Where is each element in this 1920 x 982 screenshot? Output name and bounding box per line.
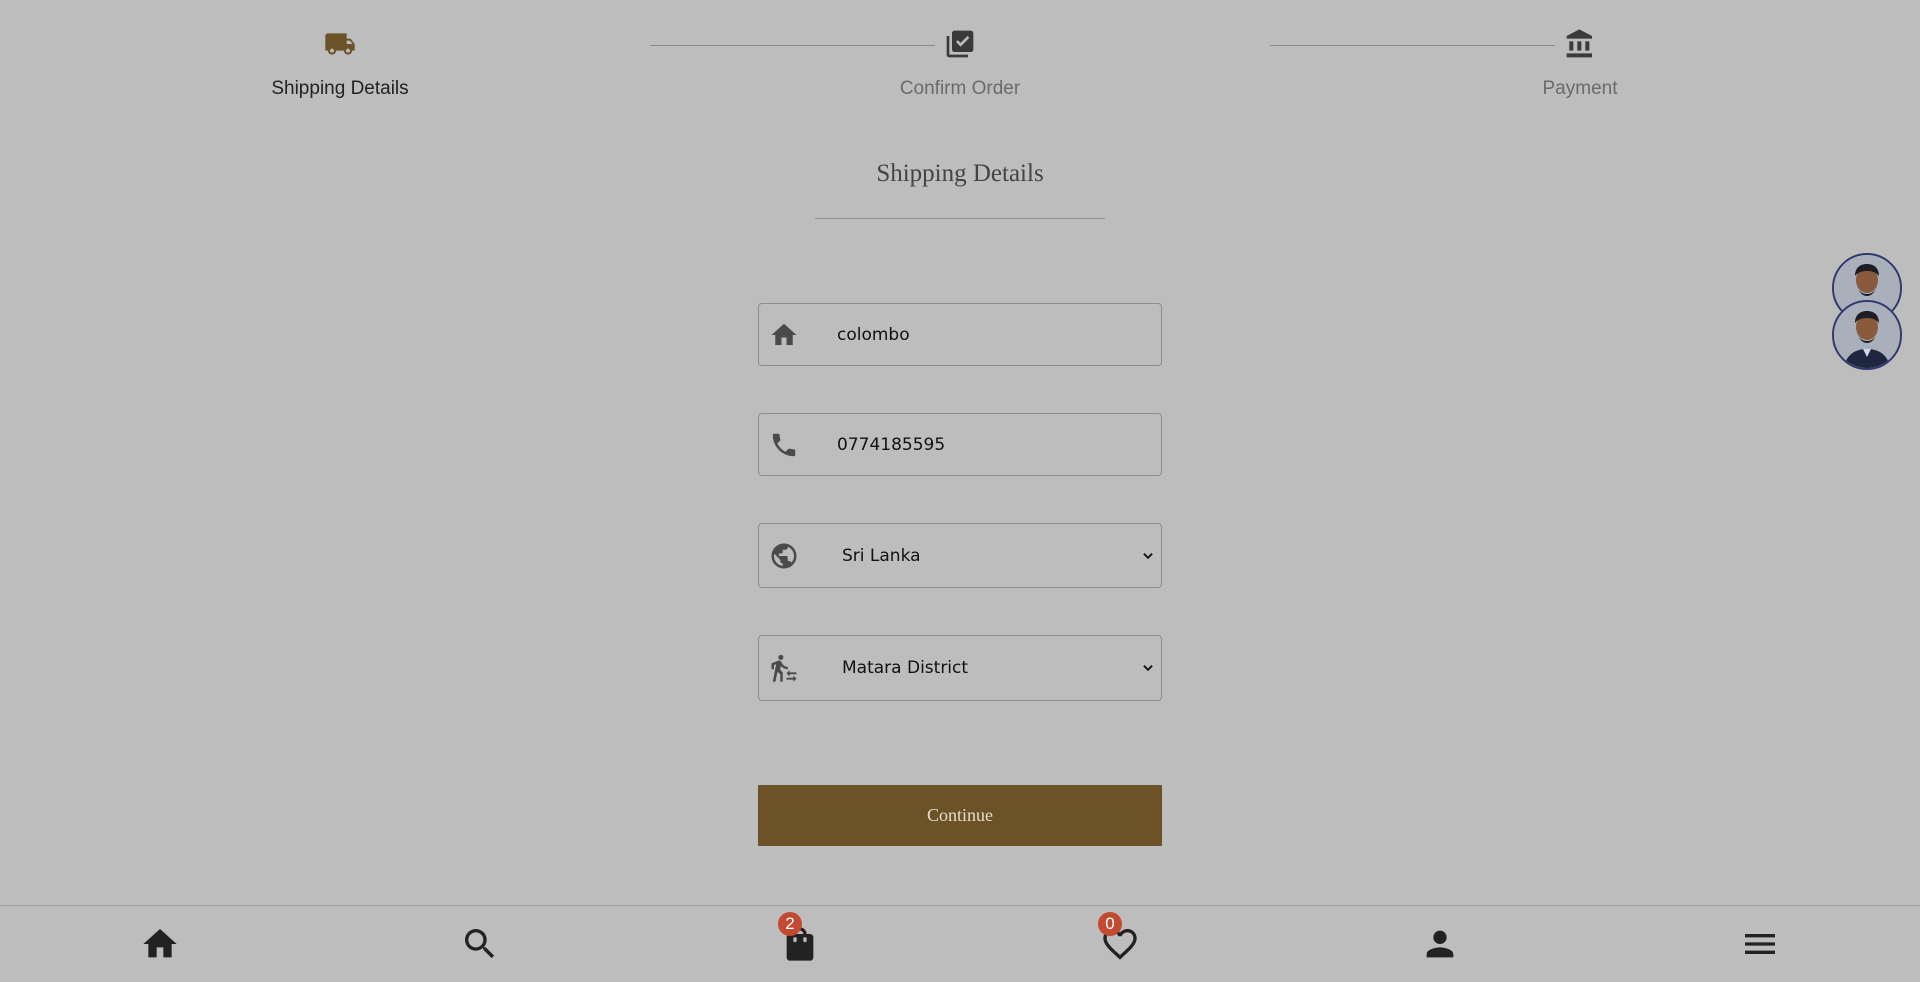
step-shipping-details[interactable]: Shipping Details — [190, 28, 490, 100]
chevron-down-icon — [1143, 665, 1153, 672]
bank-icon — [1566, 29, 1592, 58]
search-icon — [465, 929, 495, 959]
home-icon — [771, 323, 797, 345]
form-title: Shipping Details — [876, 160, 1044, 187]
person-photo-icon — [1834, 302, 1900, 368]
step-label: Confirm Order — [899, 78, 1021, 99]
chevron-down-icon — [1143, 552, 1153, 559]
title-divider — [815, 218, 1105, 219]
cart-count-badge: 2 — [778, 912, 802, 936]
country-select[interactable]: Sri Lanka — [758, 523, 1162, 588]
address-value: colombo — [837, 324, 910, 345]
address-field[interactable]: colombo — [758, 303, 1162, 366]
phone-field[interactable]: 0774185595 — [758, 413, 1162, 476]
globe-icon — [771, 543, 797, 568]
transfer-within-station-icon — [771, 654, 797, 682]
nav-search[interactable] — [460, 924, 500, 964]
library-add-check-icon — [946, 30, 974, 58]
phone-icon — [772, 433, 796, 456]
district-value: Matara District — [842, 658, 969, 678]
nav-home[interactable] — [140, 924, 180, 964]
nav-menu[interactable] — [1740, 924, 1780, 964]
nav-cart[interactable]: 2 — [778, 912, 820, 964]
bottom-navigation: 2 0 — [0, 905, 1920, 982]
hamburger-menu-icon — [1745, 934, 1775, 954]
truck-icon — [325, 33, 355, 55]
continue-button[interactable]: Continue — [758, 785, 1162, 846]
person-icon — [1426, 930, 1454, 958]
home-icon — [143, 929, 177, 958]
avatar[interactable] — [1832, 300, 1902, 370]
district-select[interactable]: Matara District — [758, 635, 1162, 701]
nav-wishlist[interactable]: 0 — [1098, 912, 1140, 964]
step-confirm-order[interactable]: Confirm Order — [810, 28, 1110, 100]
wishlist-count-badge: 0 — [1098, 912, 1122, 936]
phone-value: 0774185595 — [837, 434, 946, 455]
step-label: Payment — [1542, 78, 1618, 99]
checkout-stepper: Shipping Details Confirm Order Payment — [0, 0, 1920, 120]
country-value: Sri Lanka — [842, 545, 921, 566]
nav-account[interactable] — [1420, 924, 1460, 964]
step-label: Shipping Details — [271, 78, 409, 99]
step-payment[interactable]: Payment — [1430, 28, 1730, 100]
